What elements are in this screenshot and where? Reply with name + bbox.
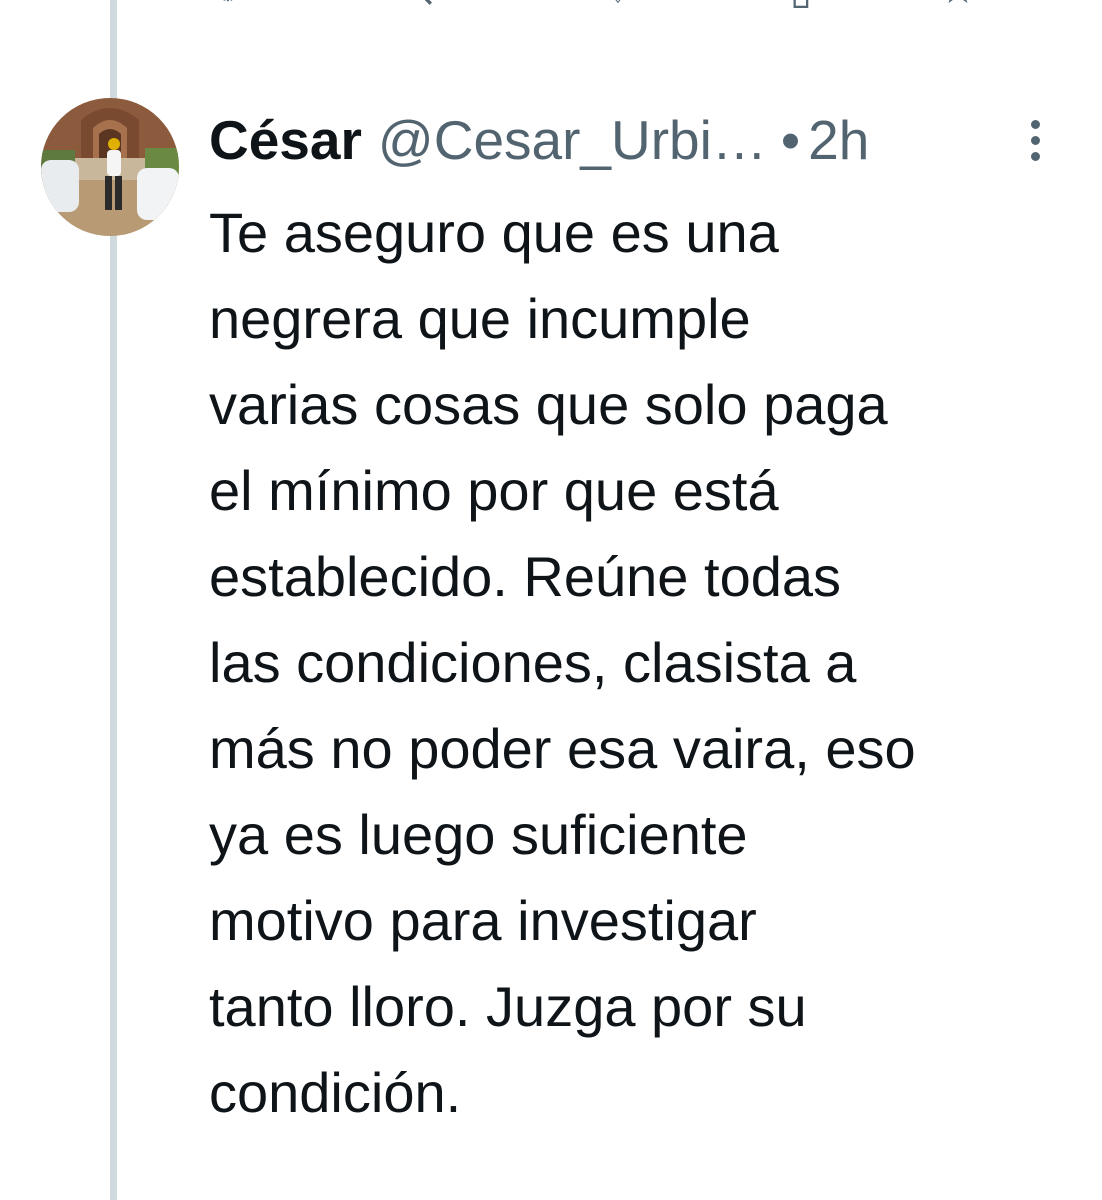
timestamp[interactable]: 2h [808, 108, 869, 172]
avatar[interactable] [41, 98, 179, 236]
reply-icon[interactable]: ◌ [216, 0, 240, 10]
user-handle[interactable]: @Cesar_Urbi… [378, 108, 767, 172]
display-name[interactable]: César [209, 108, 362, 172]
tweet-text: Te aseguro que es una negrera que incump… [209, 201, 916, 1124]
tweet-header: César @Cesar_Urbi… • 2h [209, 108, 869, 172]
more-dot [1031, 152, 1040, 161]
avatar-photo-icon [41, 98, 179, 236]
views-icon[interactable]: ▯ [790, 0, 812, 10]
like-icon[interactable]: ♡ [600, 0, 636, 10]
bookmark-icon[interactable]: ☆ [940, 0, 976, 10]
previous-tweet-action-bar: ◌ ⇄ ♡ ▯ ☆ [0, 0, 1102, 10]
more-options-icon[interactable] [1012, 112, 1058, 168]
more-dot [1031, 136, 1040, 145]
retweet-icon[interactable]: ⇄ [420, 0, 454, 10]
more-dot [1031, 120, 1040, 129]
separator-dot: • [780, 109, 801, 171]
